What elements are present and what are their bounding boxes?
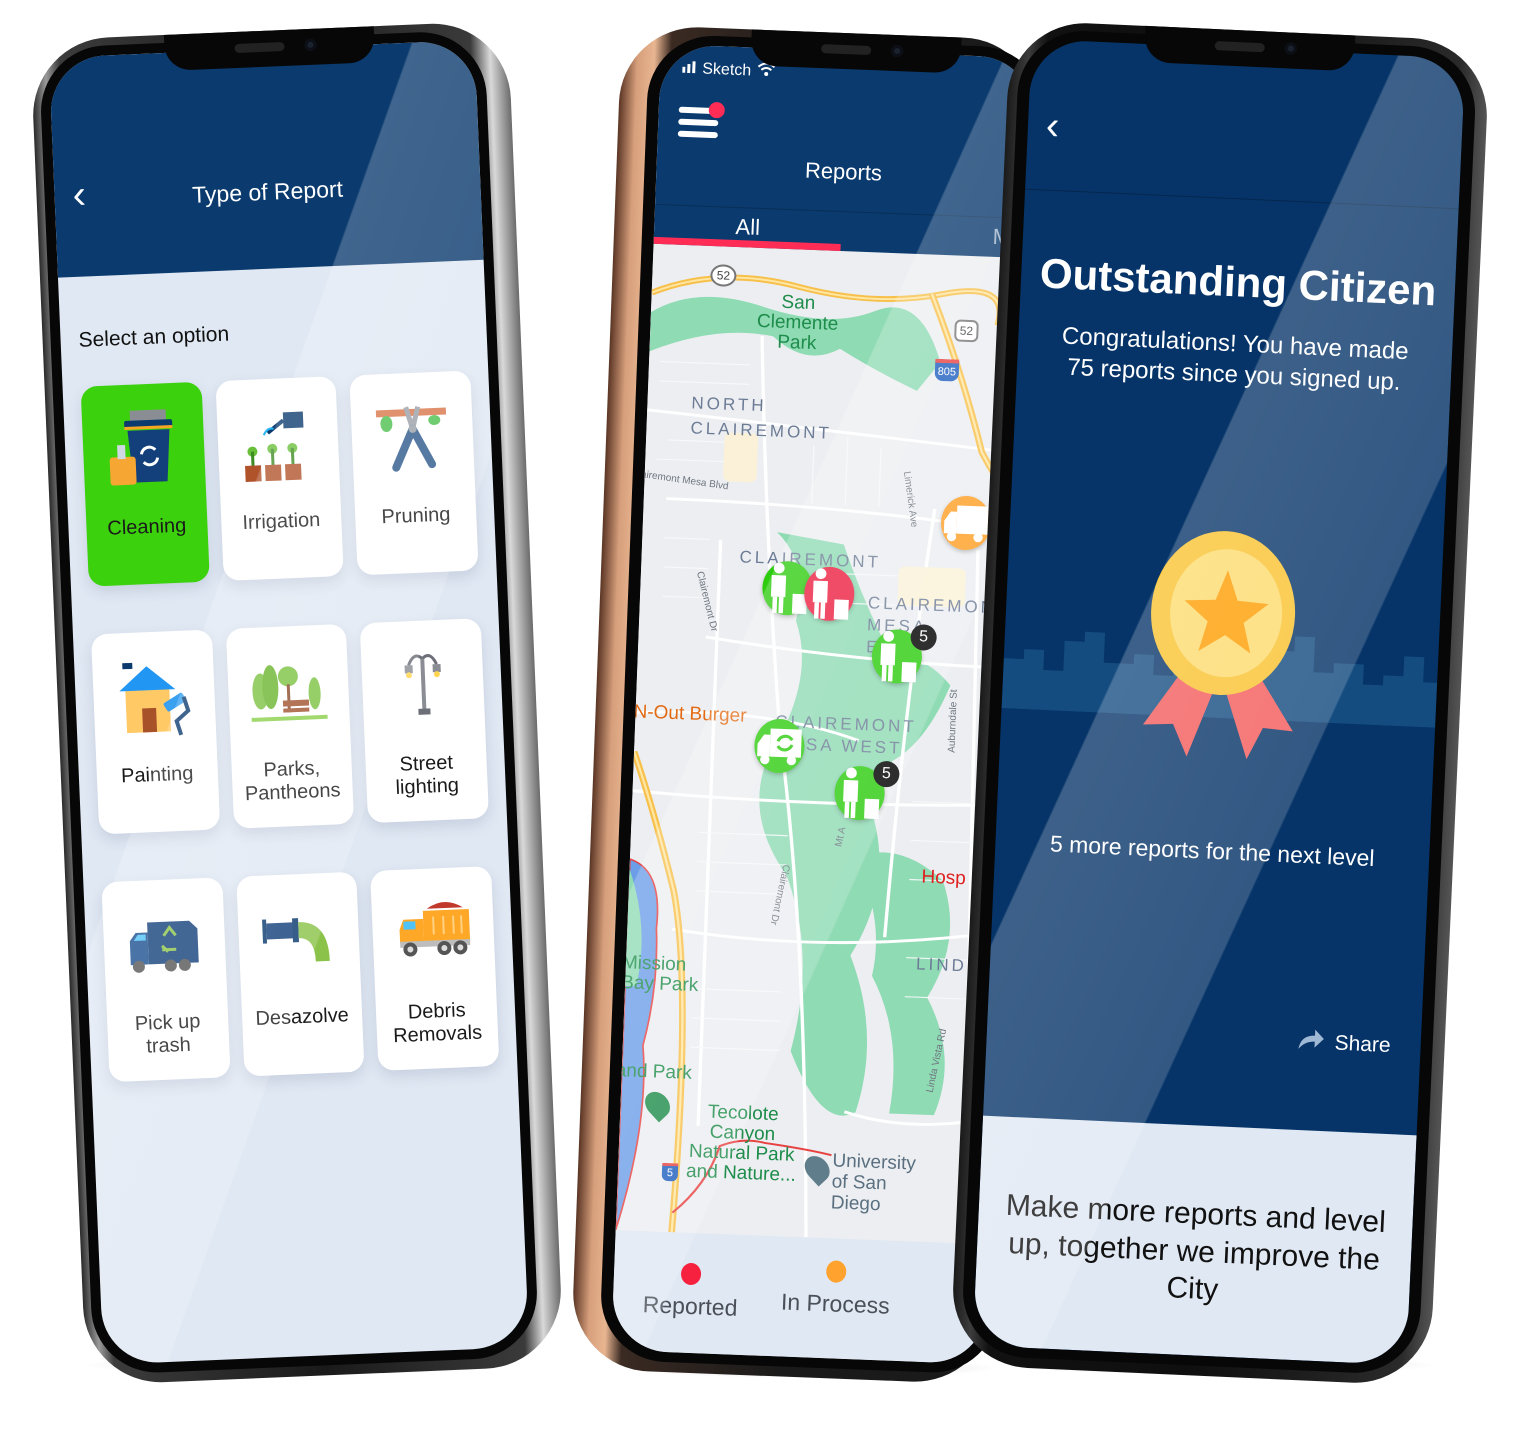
status-legend: Reported In Process — [611, 1230, 990, 1365]
reported-dot-icon — [680, 1262, 702, 1286]
app-header: ‹ Type of Report — [48, 39, 484, 278]
watering-can-plants-icon — [236, 397, 320, 490]
app-header: Sketch Reports C All Min — [653, 43, 1035, 259]
speaker-grille — [821, 44, 872, 56]
cta-text: Make more reports and level up, together… — [1005, 1188, 1387, 1307]
option-label: Pruning — [381, 503, 451, 529]
menu-line — [678, 118, 719, 127]
notification-dot — [708, 101, 726, 119]
phone-achievement: ‹ Outstanding Citizen Congratulations! Y… — [949, 19, 1491, 1387]
option-label: Desazolve — [255, 1004, 350, 1031]
in-process-dot-icon — [826, 1260, 847, 1283]
front-camera — [1284, 42, 1298, 55]
screen-achievement: ‹ Outstanding Citizen Congratulations! Y… — [972, 38, 1466, 1366]
cleaning-bin-icon — [102, 403, 186, 496]
option-label: Parks, Pantheons — [244, 757, 341, 806]
option-pick-up-trash[interactable]: Pick up trash — [101, 877, 231, 1083]
map-label-linda-vista: LIND — [915, 954, 968, 976]
signal-icon — [682, 59, 697, 78]
option-label: Debris Removals — [392, 999, 483, 1048]
option-cleaning[interactable]: Cleaning — [80, 381, 210, 587]
option-street-lighting[interactable]: Street lighting — [360, 618, 489, 824]
header-divider — [1025, 188, 1459, 210]
pipe-icon — [257, 892, 341, 985]
option-label: Street lighting — [395, 751, 460, 799]
report-pin-pickup[interactable] — [753, 718, 806, 774]
achievement-title: Outstanding Citizen — [1038, 249, 1438, 315]
map-label-mission-bay-park: Mission Bay Park — [620, 952, 699, 996]
map-label-san-clemente-park: San Clemente Park — [756, 291, 839, 355]
interstate-805-shield: 805 — [934, 358, 960, 382]
option-label: Painting — [120, 762, 194, 788]
hamburger-menu-icon[interactable] — [677, 101, 726, 143]
map-label-tecolote-canyon: Tecolote Canyon Natural Park and Nature.… — [685, 1101, 797, 1186]
option-pruning[interactable]: Pruning — [349, 370, 479, 576]
option-label: Cleaning — [106, 514, 187, 540]
report-pin-in-process[interactable] — [940, 495, 993, 551]
option-desazolve[interactable]: Desazolve — [235, 871, 365, 1077]
option-label: Irrigation — [242, 508, 321, 535]
report-pin-reported[interactable] — [803, 565, 856, 622]
map-label-university-of-san-diego: University of San Diego — [830, 1150, 917, 1216]
page-title: Reports — [804, 157, 883, 186]
next-level-text: 5 more reports for the next level — [1049, 830, 1376, 872]
cta-panel: Make more reports and level up, together… — [972, 1115, 1417, 1366]
page-title: Type of Report — [191, 175, 344, 208]
screen-type-of-report: ‹ Type of Report Select an option Cleani… — [48, 39, 530, 1365]
map-label-island-park: and Park — [615, 1059, 693, 1084]
option-label: Pick up trash — [134, 1010, 201, 1058]
report-pin-cluster[interactable]: 5 — [833, 760, 900, 822]
report-pin-cluster[interactable]: 5 — [870, 623, 938, 685]
map-label-in-n-out-burger: N-Out Burger — [633, 701, 747, 727]
legend-reported[interactable]: Reported — [642, 1261, 739, 1322]
share-button[interactable]: Share — [1296, 1027, 1391, 1061]
route-52-shield: 52 — [954, 319, 979, 343]
legend-label: Reported — [642, 1291, 738, 1321]
tab-all[interactable]: All — [653, 204, 842, 251]
speaker-grille — [1214, 41, 1265, 53]
back-chevron-icon[interactable]: ‹ — [1045, 104, 1060, 149]
gold-star-medal-icon — [1142, 531, 1296, 760]
map-label-north-clairemont: NORTH CLAIREMONT — [690, 393, 833, 443]
speaker-grille — [234, 41, 285, 54]
option-irrigation[interactable]: Irrigation — [215, 376, 345, 581]
pruning-shears-icon — [371, 391, 455, 484]
status-bar: Sketch — [682, 59, 776, 82]
front-camera — [891, 44, 904, 58]
section-subtitle: Select an option — [78, 322, 230, 352]
legend-label: In Process — [780, 1288, 891, 1319]
option-parks-pantheons[interactable]: Parks, Pantheons — [225, 623, 355, 829]
map-label-hospital: Hosp — [921, 866, 967, 890]
garbage-truck-icon — [122, 898, 206, 991]
option-painting[interactable]: Painting — [90, 629, 220, 835]
carrier-name: Sketch — [702, 60, 752, 79]
legend-in-process[interactable]: In Process — [781, 1259, 892, 1320]
option-debris-removals[interactable]: Debris Removals — [370, 866, 500, 1071]
street-lamp-icon — [381, 639, 465, 732]
share-arrow-icon — [1296, 1027, 1325, 1058]
park-bench-trees-icon — [247, 645, 331, 738]
share-label: Share — [1334, 1031, 1392, 1058]
dump-truck-icon — [392, 887, 476, 980]
menu-line — [677, 130, 718, 139]
house-paint-roller-icon — [112, 650, 196, 743]
achievement-message: Congratulations! You have made 75 report… — [1061, 322, 1410, 397]
front-camera — [304, 38, 317, 52]
interstate-5-shield: 5 — [661, 1162, 679, 1182]
phone-type-of-report: ‹ Type of Report Select an option Cleani… — [30, 20, 564, 1386]
report-type-grid: Cleaning Irrigation Pruning Painting Par… — [80, 370, 500, 1083]
